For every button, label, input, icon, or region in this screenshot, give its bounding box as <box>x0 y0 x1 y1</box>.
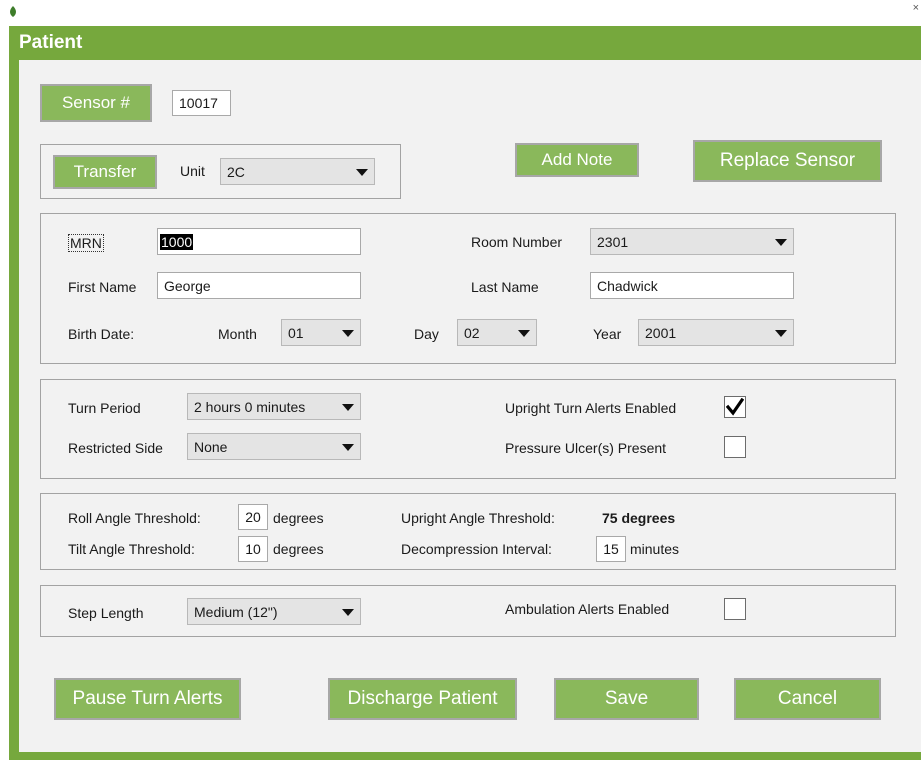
mrn-label: MRN <box>68 234 104 252</box>
pressure-ulcer-checkbox[interactable] <box>724 436 746 458</box>
first-name-label: First Name <box>68 279 137 295</box>
last-name-field[interactable]: Chadwick <box>590 272 794 299</box>
day-dropdown[interactable]: 02 <box>457 319 537 346</box>
turn-period-value: 2 hours 0 minutes <box>194 398 306 415</box>
room-number-label: Room Number <box>471 234 563 250</box>
roll-angle-field[interactable]: 20 <box>238 504 268 530</box>
turn-period-dropdown[interactable]: 2 hours 0 minutes <box>187 393 361 420</box>
ambulation-panel <box>40 585 896 637</box>
upright-angle-label: Upright Angle Threshold: <box>401 510 555 526</box>
decompression-unit: minutes <box>630 541 680 557</box>
decompression-label: Decompression Interval: <box>401 541 552 557</box>
mrn-field[interactable]: 1000 <box>157 228 361 255</box>
year-label: Year <box>593 326 622 342</box>
step-length-value: Medium (12") <box>194 603 278 620</box>
decompression-field[interactable]: 15 <box>596 536 626 562</box>
ambulation-alerts-checkbox[interactable] <box>724 598 746 620</box>
roll-angle-label: Roll Angle Threshold: <box>68 510 201 526</box>
threshold-panel <box>40 493 896 570</box>
step-length-label: Step Length <box>68 605 144 621</box>
mrn-field-value: 1000 <box>160 233 194 250</box>
month-value: 01 <box>288 324 304 341</box>
tilt-angle-label: Tilt Angle Threshold: <box>68 541 195 557</box>
month-label: Month <box>218 326 257 342</box>
add-note-button[interactable]: Add Note <box>515 143 639 177</box>
year-dropdown[interactable]: 2001 <box>638 319 794 346</box>
sensor-number-field[interactable]: 10017 <box>172 90 231 116</box>
room-number-value: 2301 <box>597 233 629 250</box>
restricted-side-dropdown[interactable]: None <box>187 433 361 460</box>
dropdown-arrow-icon <box>342 443 354 451</box>
birth-date-label: Birth Date: <box>68 326 135 342</box>
dropdown-arrow-icon <box>356 168 368 176</box>
upright-alerts-label: Upright Turn Alerts Enabled <box>505 400 677 416</box>
dropdown-arrow-icon <box>775 238 787 246</box>
room-number-dropdown[interactable]: 2301 <box>590 228 794 255</box>
window-header: Patient <box>9 26 921 60</box>
day-value: 02 <box>464 324 480 341</box>
close-icon[interactable]: × <box>913 2 919 14</box>
dropdown-arrow-icon <box>518 329 530 337</box>
discharge-patient-button[interactable]: Discharge Patient <box>328 678 517 720</box>
dropdown-arrow-icon <box>775 329 787 337</box>
leaf-icon <box>10 6 16 17</box>
upright-alerts-checkbox[interactable] <box>724 396 746 418</box>
tilt-angle-field[interactable]: 10 <box>238 536 268 562</box>
turn-period-label: Turn Period <box>68 400 141 416</box>
year-value: 2001 <box>645 324 677 341</box>
restricted-side-value: None <box>194 438 228 455</box>
roll-angle-unit: degrees <box>273 510 324 526</box>
replace-sensor-button[interactable]: Replace Sensor <box>693 140 882 182</box>
tilt-angle-unit: degrees <box>273 541 324 557</box>
window-titlebar: × <box>0 0 921 26</box>
day-label: Day <box>414 326 439 342</box>
pause-turn-alerts-button[interactable]: Pause Turn Alerts <box>54 678 241 720</box>
step-length-dropdown[interactable]: Medium (12") <box>187 598 361 625</box>
unit-dropdown[interactable]: 2C <box>220 158 375 185</box>
checkmark-icon <box>726 398 744 416</box>
sensor-button[interactable]: Sensor # <box>40 84 152 122</box>
unit-dropdown-value: 2C <box>227 163 245 180</box>
dropdown-arrow-icon <box>342 403 354 411</box>
dropdown-arrow-icon <box>342 329 354 337</box>
cancel-button[interactable]: Cancel <box>734 678 881 720</box>
dropdown-arrow-icon <box>342 608 354 616</box>
window-title: Patient <box>19 32 83 53</box>
transfer-button[interactable]: Transfer <box>53 155 157 189</box>
turn-panel <box>40 379 896 479</box>
upright-angle-value: 75 degrees <box>602 510 676 526</box>
month-dropdown[interactable]: 01 <box>281 319 361 346</box>
unit-label: Unit <box>180 163 205 179</box>
ambulation-alerts-label: Ambulation Alerts Enabled <box>505 601 670 617</box>
last-name-label: Last Name <box>471 279 539 295</box>
save-button[interactable]: Save <box>554 678 699 720</box>
pressure-ulcer-label: Pressure Ulcer(s) Present <box>505 440 667 456</box>
first-name-field[interactable]: George <box>157 272 361 299</box>
restricted-side-label: Restricted Side <box>68 440 163 456</box>
